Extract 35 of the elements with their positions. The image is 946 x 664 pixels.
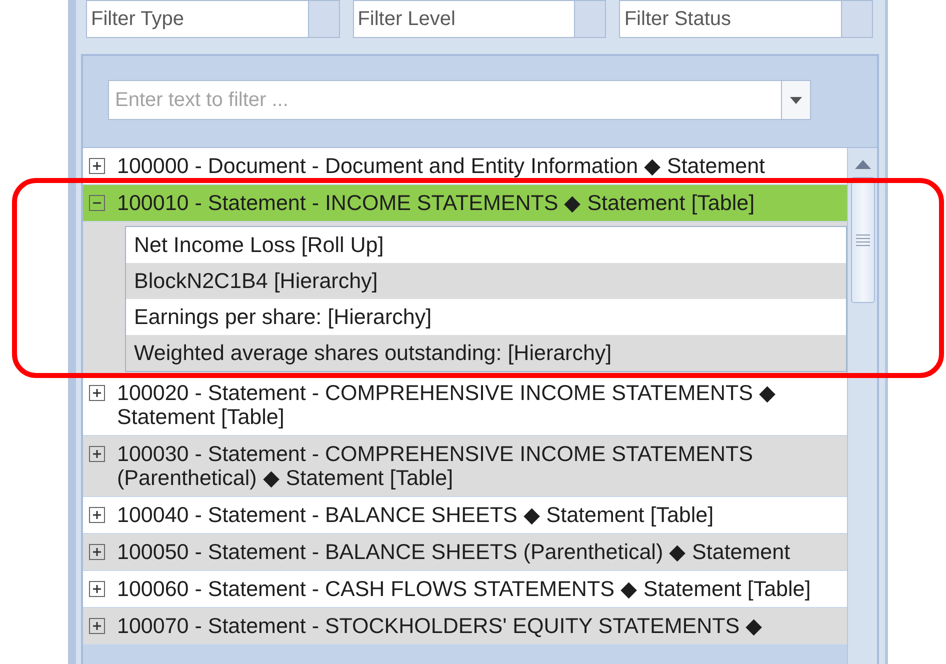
dropdown-button[interactable] (781, 80, 811, 120)
expand-icon[interactable] (89, 507, 105, 523)
tree-row[interactable]: 100060 - Statement - CASH FLOWS STATEMENTS ◆ Statement [Table] (83, 571, 847, 608)
caret-icon (790, 96, 802, 104)
expand-icon[interactable] (89, 544, 105, 560)
row-label: 100020 - Statement - COMPREHENSIVE INCOME STATEMENTS ◆ Statement [Table] (117, 381, 777, 429)
expand-icon[interactable] (89, 385, 105, 401)
filter-field[interactable]: Filter Level (352, 0, 574, 38)
row-label: 100070 - Statement - STOCKHOLDERS' EQUITY STATEMENTS ◆ (117, 614, 763, 638)
tree-row[interactable]: 100050 - Statement - BALANCE SHEETS (Parenthetical) ◆ Statement (83, 534, 847, 571)
row-label: 100030 - Statement - COMPREHENSIVE INCOME STATEMENTS (Parenthetical) ◆ Statement [Table] (117, 442, 754, 490)
expand-icon[interactable] (89, 581, 105, 597)
row-label: 100010 - Statement - INCOME STATEMENTS ◆ Statement [Table] (117, 191, 755, 215)
row-label: 100050 - Statement - BALANCE SHEETS (Parenthetical) ◆ Statement (117, 540, 790, 564)
tree-row[interactable]: 100010 - Statement - INCOME STATEMENTS ◆ Statement [Table] (83, 185, 847, 222)
tree-row[interactable]: 100030 - Statement - COMPREHENSIVE INCOME STATEMENTS (Parenthetical) ◆ Statement [Table] (83, 436, 847, 497)
filter-input[interactable]: Enter text to filter ... (108, 80, 781, 120)
row-label: 100040 - Statement - BALANCE SHEETS ◆ Statement [Table] (117, 503, 714, 527)
tree-row[interactable]: 100040 - Statement - BALANCE SHEETS ◆ Statement [Table] (83, 497, 847, 534)
scroll-thumb[interactable] (850, 177, 874, 303)
tree-row[interactable]: 100070 - Statement - STOCKHOLDERS' EQUITY STATEMENTS ◆ (83, 608, 847, 645)
expand-icon[interactable] (89, 158, 105, 174)
row-label: 100060 - Statement - CASH FLOWS STATEMENTS ◆ Statement [Table] (117, 577, 811, 601)
expand-icon[interactable] (89, 446, 105, 462)
scroll-up-icon[interactable] (854, 160, 870, 169)
row-label: 100000 - Document - Document and Entity Information ◆ Statement (117, 154, 765, 178)
child-row[interactable]: Weighted average shares outstanding: [Hierarchy] (126, 335, 846, 371)
scrollbar[interactable] (847, 148, 877, 664)
filter-field[interactable]: Filter Type (86, 0, 308, 38)
expand-icon[interactable] (89, 618, 105, 634)
grip-icon (856, 234, 870, 246)
collapse-icon[interactable] (89, 195, 105, 211)
filter-field[interactable]: Filter Status (619, 0, 842, 38)
child-row[interactable]: BlockN2C1B4 [Hierarchy] (126, 263, 846, 299)
tree-row[interactable]: 100020 - Statement - COMPREHENSIVE INCOME STATEMENTS ◆ Statement [Table] (83, 375, 847, 436)
